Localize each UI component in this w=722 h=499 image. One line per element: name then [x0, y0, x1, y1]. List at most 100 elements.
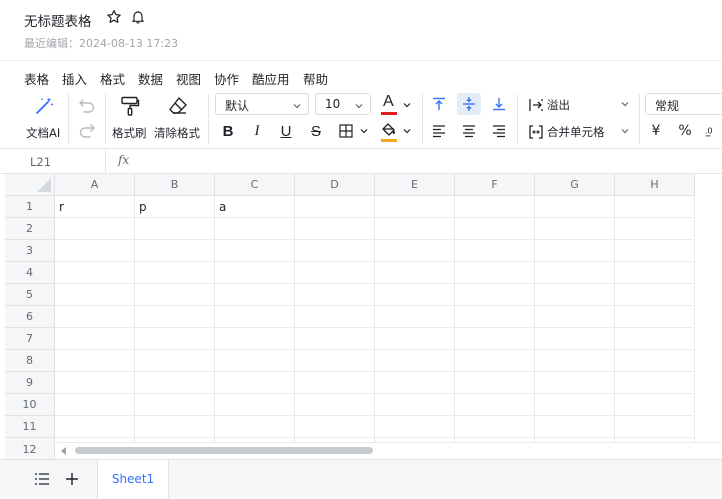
cell-E10[interactable]	[375, 394, 455, 416]
cell-H7[interactable]	[615, 328, 695, 350]
text-overflow-select[interactable]: 溢出	[525, 95, 635, 115]
cell-B8[interactable]	[135, 350, 215, 372]
cell-H10[interactable]	[615, 394, 695, 416]
row-header[interactable]: 2	[5, 218, 55, 240]
cell-E8[interactable]	[375, 350, 455, 372]
magic-wand-icon[interactable]	[32, 94, 56, 118]
document-title[interactable]: 无标题表格	[24, 10, 92, 30]
cell-A1[interactable]: r	[55, 196, 135, 218]
cell-G8[interactable]	[535, 350, 615, 372]
cell-C11[interactable]	[215, 416, 295, 438]
undo-icon[interactable]	[76, 95, 98, 115]
bell-icon[interactable]	[130, 9, 146, 25]
cell-B1[interactable]: p	[135, 196, 215, 218]
cell-F3[interactable]	[455, 240, 535, 262]
bold-button[interactable]: B	[218, 120, 238, 142]
cell-G1[interactable]	[535, 196, 615, 218]
cell-E5[interactable]	[375, 284, 455, 306]
cell-B5[interactable]	[135, 284, 215, 306]
cell-A3[interactable]	[55, 240, 135, 262]
menu-data[interactable]: 数据	[138, 69, 163, 88]
align-top-icon[interactable]	[428, 93, 450, 115]
align-right-icon[interactable]	[488, 120, 510, 142]
cell-H3[interactable]	[615, 240, 695, 262]
eraser-icon[interactable]	[166, 95, 190, 117]
cell-G9[interactable]	[535, 372, 615, 394]
cell-G11[interactable]	[535, 416, 615, 438]
column-header[interactable]: D	[295, 174, 375, 196]
cell-D2[interactable]	[295, 218, 375, 240]
scrollbar-thumb[interactable]	[75, 447, 373, 454]
cell-G4[interactable]	[535, 262, 615, 284]
fill-color-button[interactable]	[378, 120, 414, 142]
cell-A7[interactable]	[55, 328, 135, 350]
row-header[interactable]: 6	[5, 306, 55, 328]
cell-H5[interactable]	[615, 284, 695, 306]
row-header[interactable]: 9	[5, 372, 55, 394]
cell-H2[interactable]	[615, 218, 695, 240]
cell-D11[interactable]	[295, 416, 375, 438]
column-header[interactable]: B	[135, 174, 215, 196]
row-header[interactable]: 12	[5, 442, 55, 459]
cell-F5[interactable]	[455, 284, 535, 306]
cell-C3[interactable]	[215, 240, 295, 262]
add-sheet-icon[interactable]	[65, 472, 79, 489]
align-bottom-icon[interactable]	[488, 93, 510, 115]
merge-cells-select[interactable]: 合并单元格	[525, 122, 635, 142]
cell-D3[interactable]	[295, 240, 375, 262]
horizontal-scrollbar[interactable]	[55, 442, 722, 459]
redo-icon[interactable]	[76, 120, 98, 140]
cell-B7[interactable]	[135, 328, 215, 350]
cell-B6[interactable]	[135, 306, 215, 328]
currency-format-button[interactable]: ¥	[646, 120, 666, 142]
cell-E3[interactable]	[375, 240, 455, 262]
cell-H8[interactable]	[615, 350, 695, 372]
row-header[interactable]: 4	[5, 262, 55, 284]
menu-help[interactable]: 帮助	[303, 69, 328, 88]
cell-D1[interactable]	[295, 196, 375, 218]
row-header[interactable]: 1	[5, 196, 55, 218]
cell-C8[interactable]	[215, 350, 295, 372]
cell-C6[interactable]	[215, 306, 295, 328]
cell-H1[interactable]	[615, 196, 695, 218]
cell-E7[interactable]	[375, 328, 455, 350]
cell-F10[interactable]	[455, 394, 535, 416]
row-header[interactable]: 7	[5, 328, 55, 350]
cell-H6[interactable]	[615, 306, 695, 328]
column-header[interactable]: H	[615, 174, 695, 196]
cell-A2[interactable]	[55, 218, 135, 240]
sheet-tab[interactable]: Sheet1	[97, 460, 169, 498]
cell-B4[interactable]	[135, 262, 215, 284]
cell-C2[interactable]	[215, 218, 295, 240]
cell-reference[interactable]: L21	[30, 155, 51, 169]
cell-B3[interactable]	[135, 240, 215, 262]
cell-D8[interactable]	[295, 350, 375, 372]
menu-cool-apps[interactable]: 酷应用	[252, 69, 290, 88]
cell-G10[interactable]	[535, 394, 615, 416]
underline-button[interactable]: U	[276, 120, 296, 142]
cell-D4[interactable]	[295, 262, 375, 284]
percent-format-button[interactable]: %	[675, 120, 695, 142]
row-header[interactable]: 11	[5, 416, 55, 438]
cell-B11[interactable]	[135, 416, 215, 438]
cell-C10[interactable]	[215, 394, 295, 416]
cell-F2[interactable]	[455, 218, 535, 240]
cell-C9[interactable]	[215, 372, 295, 394]
cell-F7[interactable]	[455, 328, 535, 350]
select-all-corner[interactable]	[5, 174, 55, 196]
cell-F1[interactable]	[455, 196, 535, 218]
italic-button[interactable]: I	[247, 120, 267, 142]
cell-D10[interactable]	[295, 394, 375, 416]
cell-B10[interactable]	[135, 394, 215, 416]
column-header[interactable]: F	[455, 174, 535, 196]
font-size-select[interactable]: 10	[315, 93, 371, 115]
cell-C7[interactable]	[215, 328, 295, 350]
cell-C4[interactable]	[215, 262, 295, 284]
cell-G3[interactable]	[535, 240, 615, 262]
font-family-select[interactable]: 默认	[215, 93, 309, 115]
sheet-list-icon[interactable]	[34, 472, 50, 489]
cell-D6[interactable]	[295, 306, 375, 328]
row-header[interactable]: 8	[5, 350, 55, 372]
cell-C1[interactable]: a	[215, 196, 295, 218]
scroll-left-arrow-icon[interactable]	[61, 447, 66, 455]
